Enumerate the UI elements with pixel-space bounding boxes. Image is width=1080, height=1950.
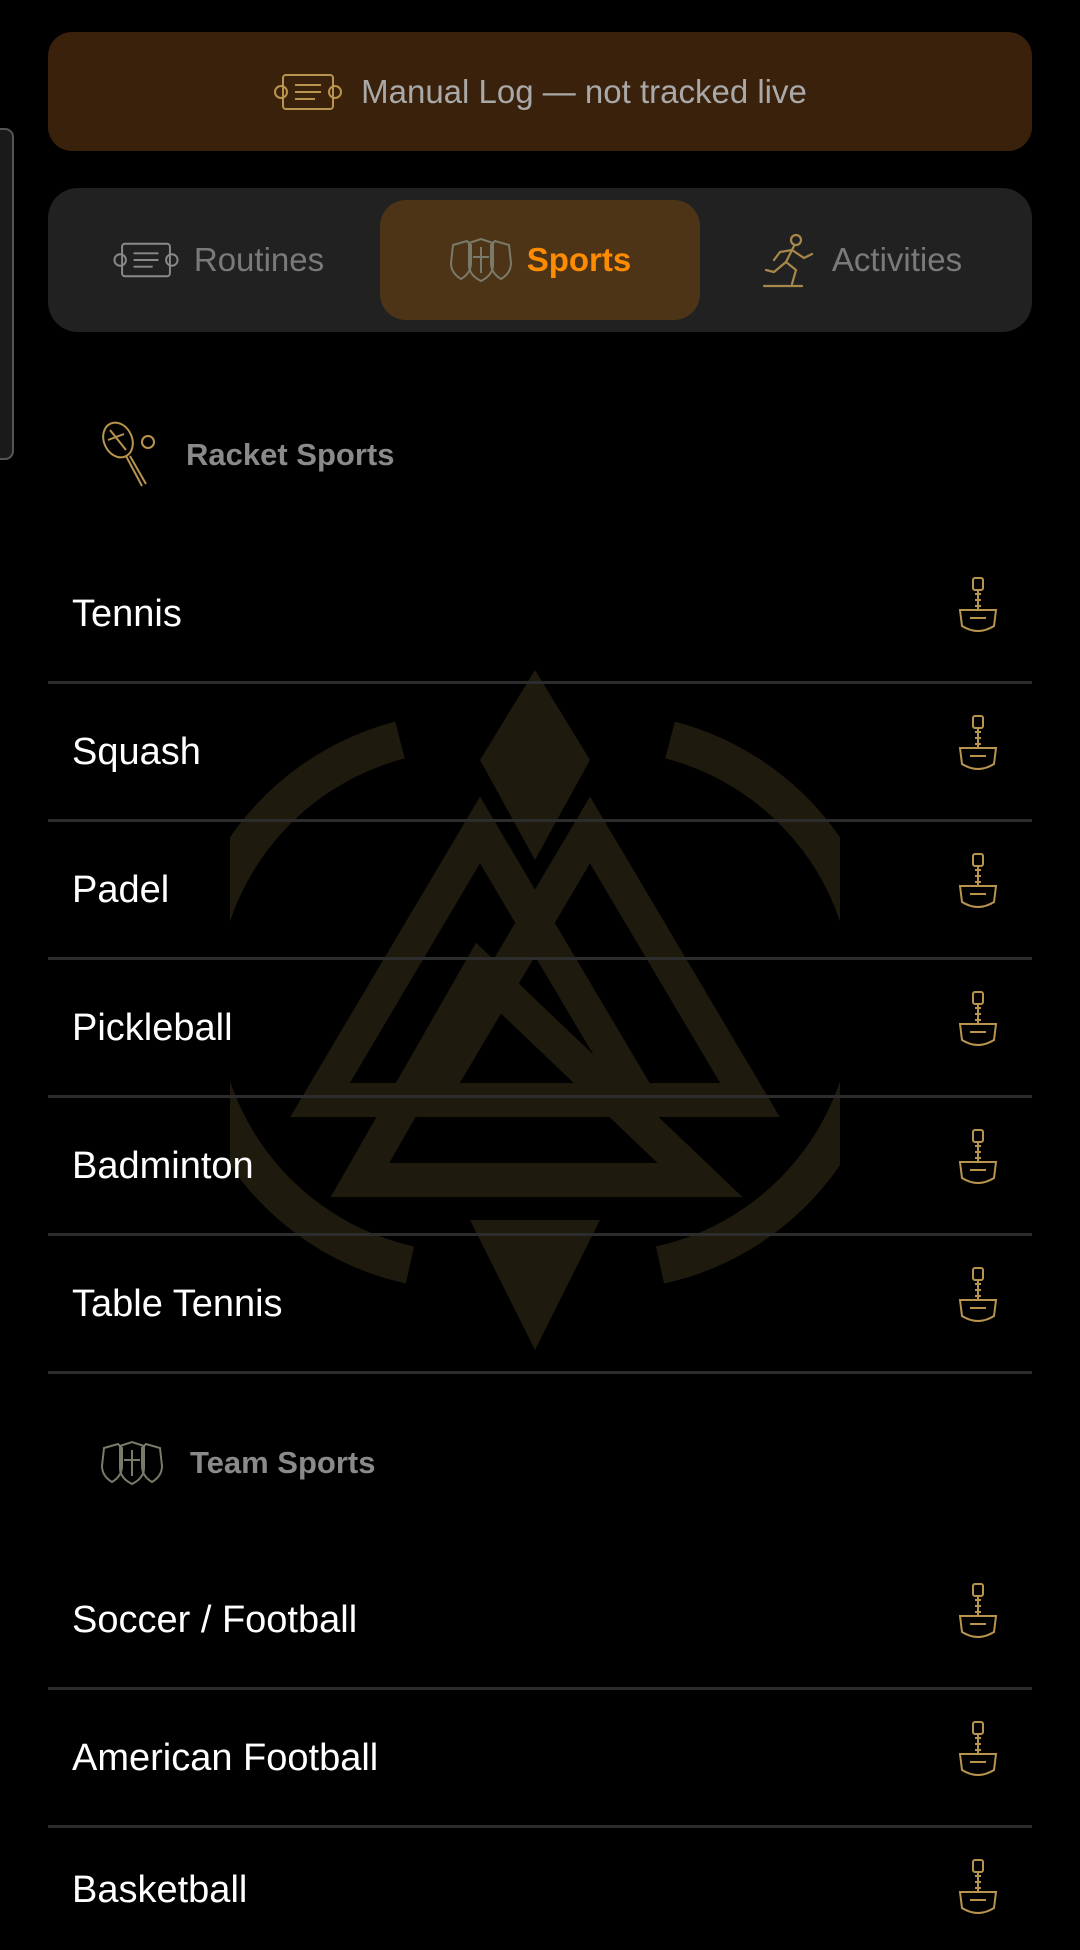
sport-name: Table Tennis [72,1283,283,1325]
scroll-icon [274,73,343,110]
list-item[interactable]: American Football [48,1692,1032,1828]
manual-log-banner: Manual Log — not tracked live [48,32,1032,151]
hammer-icon[interactable] [956,576,1000,638]
hammer-icon[interactable] [956,852,1000,914]
tab-routines[interactable]: Routines [60,200,376,320]
list-item[interactable]: Soccer / Football [48,1554,1032,1690]
tab-sports[interactable]: Sports [380,200,700,320]
sport-name: Tennis [72,593,182,635]
hammer-icon[interactable] [956,1128,1000,1190]
section-header-team-sports: Team Sports [100,1440,375,1486]
sport-name: Basketball [72,1868,248,1911]
tab-routines-label: Routines [193,241,325,278]
sport-name: Padel [72,869,170,911]
manual-log-text: Manual Log — not tracked live [361,72,807,110]
section-title: Racket Sports [186,437,395,472]
list-item[interactable]: Padel [48,824,1032,960]
scroll-icon [113,242,179,278]
tab-sports-label: Sports [526,241,632,278]
sport-name: Squash [72,731,201,773]
list-item[interactable]: Squash [48,686,1032,822]
sport-name: Soccer / Football [72,1599,358,1641]
list-item[interactable]: Pickleball [48,962,1032,1098]
section-header-racket-sports: Racket Sports [100,420,394,490]
runner-icon [762,233,813,288]
list-item[interactable]: Basketball [48,1830,1032,1950]
scroll-handle[interactable] [0,128,14,460]
hammer-icon[interactable] [956,1266,1000,1328]
racket-icon [102,421,155,487]
list-item[interactable]: Badminton [48,1100,1032,1236]
tab-activities-label: Activities [831,241,963,278]
shields-icon [100,1440,164,1486]
hammer-icon[interactable] [956,714,1000,776]
hammer-icon[interactable] [956,1858,1000,1920]
sport-name: Badminton [72,1145,254,1187]
list-item[interactable]: Table Tennis [48,1238,1032,1374]
section-title: Team Sports [190,1445,376,1480]
sport-name: American Football [72,1737,379,1779]
hammer-icon[interactable] [956,990,1000,1052]
hammer-icon[interactable] [956,1582,1000,1644]
tab-activities[interactable]: Activities [704,200,1020,320]
sport-name: Pickleball [72,1007,233,1049]
category-tabs: Routines Sports Activities [48,188,1032,332]
shields-icon [449,237,512,283]
list-item[interactable]: Tennis [48,548,1032,684]
hammer-icon[interactable] [956,1720,1000,1782]
